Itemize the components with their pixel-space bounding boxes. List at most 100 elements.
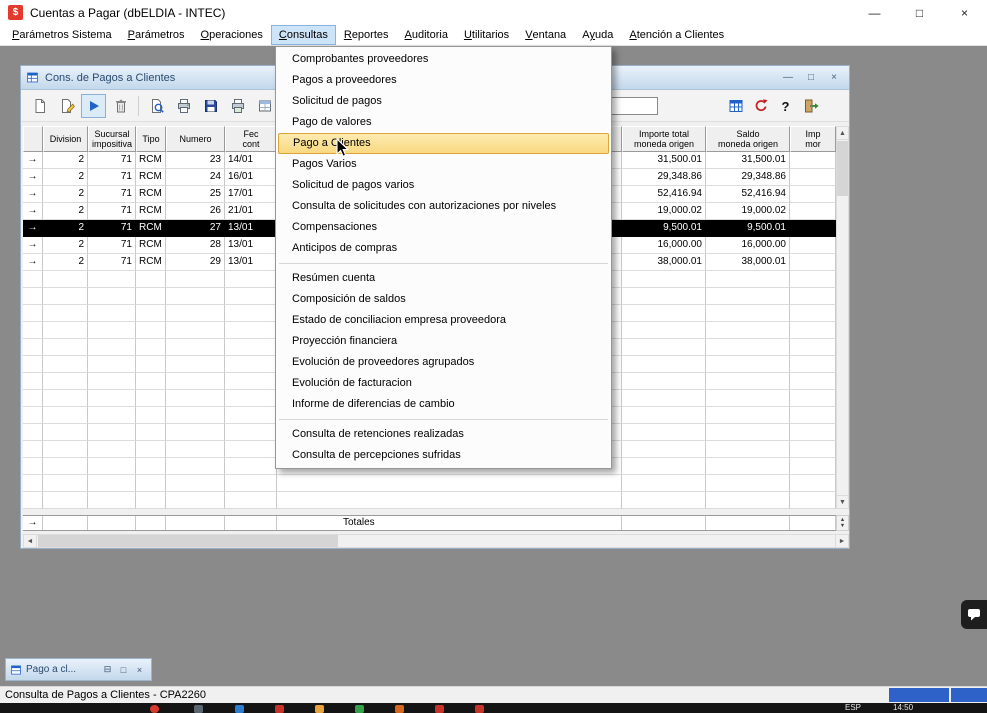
run-button[interactable] [81,94,106,118]
grid-cell-numero[interactable]: 25 [166,186,225,203]
grid-cell-numero[interactable]: 24 [166,169,225,186]
grid-cell-tipo[interactable]: RCM [136,254,166,271]
table-button[interactable] [724,94,747,118]
delete-button[interactable] [108,94,133,118]
grid-cell-division[interactable]: 2 [43,186,88,203]
grid-cell-division[interactable]: 2 [43,169,88,186]
menu-item-pago-de-valores[interactable]: Pago de valores [276,112,611,133]
menubar-item-ventana[interactable]: Ventana [517,25,574,45]
chat-overlay-button[interactable] [961,600,987,629]
vertical-scrollbar[interactable]: ▲ ▼ [836,126,849,509]
totals-spinner[interactable]: ▲ ▼ [836,515,849,531]
menubar-item-consultas[interactable]: Consultas [271,25,336,45]
refresh-button[interactable] [749,94,772,118]
row-marker-cell[interactable]: → [23,203,43,220]
print-button[interactable] [171,94,196,118]
grid-cell-importe2[interactable] [790,152,836,169]
menu-item-consulta-de-retenciones-realizadas[interactable]: Consulta de retenciones realizadas [276,424,611,445]
scroll-up-button[interactable]: ▲ [837,127,848,140]
grid-cell-fecha[interactable]: 21/01 [225,203,277,220]
minimize-button[interactable]: — [852,0,897,25]
scroll-left-button[interactable]: ◄ [24,535,37,547]
row-marker-cell[interactable]: → [23,152,43,169]
taskbar-language[interactable]: ESP [845,703,861,713]
grid-cell-sucursal-impositiva[interactable]: 71 [88,186,136,203]
grid-cell-tipo[interactable]: RCM [136,220,166,237]
grid-cell-importe2[interactable] [790,169,836,186]
scroll-down-button[interactable]: ▼ [837,495,848,508]
column-header-division[interactable]: Division [43,126,88,152]
column-header-importe-total[interactable]: Importe totalmoneda origen [622,126,706,152]
grid-cell-tipo[interactable]: RCM [136,152,166,169]
grid-cell-sucursal-impositiva[interactable]: 71 [88,254,136,271]
menubar-item-operaciones[interactable]: Operaciones [193,25,271,45]
row-marker-cell[interactable]: → [23,220,43,237]
menu-item-estado-de-conciliacion-empresa-proveedora[interactable]: Estado de conciliacion empresa proveedor… [276,310,611,331]
grid-cell-importe-total[interactable]: 38,000.01 [622,254,706,271]
child-maximize-button[interactable]: □ [801,70,821,86]
menu-item-evolucion-de-facturacion[interactable]: Evolución de facturacion [276,373,611,394]
menu-item-informe-de-diferencias-de-cambio[interactable]: Informe de diferencias de cambio [276,394,611,415]
grid-cell-saldo[interactable]: 16,000.00 [706,237,790,254]
grid-cell-sucursal-impositiva[interactable]: 71 [88,152,136,169]
row-marker-cell[interactable]: → [23,186,43,203]
menubar-item-parametros[interactable]: Parámetros [120,25,193,45]
child-minimize-button[interactable]: — [778,70,798,86]
grid-cell-importe2[interactable] [790,186,836,203]
minimized-maximize-button[interactable]: □ [116,662,131,677]
grid-cell-saldo[interactable]: 31,500.01 [706,152,790,169]
grid-cell-importe-total[interactable]: 16,000.00 [622,237,706,254]
taskbar-icon[interactable] [475,705,484,713]
grid-cell-division[interactable]: 2 [43,254,88,271]
menubar-item-auditoria[interactable]: Auditoria [397,25,456,45]
grid-cell-numero[interactable]: 29 [166,254,225,271]
grid-cell-numero[interactable]: 27 [166,220,225,237]
grid-cell-numero[interactable]: 26 [166,203,225,220]
grid-cell-importe2[interactable] [790,237,836,254]
minimized-window[interactable]: Pago a cl... ⊟ □ × [5,658,152,681]
taskbar-icon[interactable] [435,705,444,713]
vertical-scroll-thumb[interactable] [837,141,848,196]
menu-item-pagos-a-proveedores[interactable]: Pagos a proveedores [276,70,611,91]
grid-cell-tipo[interactable]: RCM [136,203,166,220]
menu-item-pago-a-clientes[interactable]: Pago a Clientes [278,133,609,154]
grid-cell-saldo[interactable]: 19,000.02 [706,203,790,220]
new-button[interactable] [27,94,52,118]
grid-cell-importe-total[interactable]: 31,500.01 [622,152,706,169]
taskbar-icon[interactable] [150,705,159,713]
column-header-numero[interactable]: Numero [166,126,225,152]
grid-cell-division[interactable]: 2 [43,237,88,254]
column-header-importe2[interactable]: Impmor [790,126,836,152]
grid-cell-saldo[interactable]: 38,000.01 [706,254,790,271]
edit-button[interactable] [54,94,79,118]
scroll-right-button[interactable]: ► [835,535,848,547]
taskbar-icon[interactable] [355,705,364,713]
grid-cell-tipo[interactable]: RCM [136,237,166,254]
grid-cell-sucursal-impositiva[interactable]: 71 [88,169,136,186]
column-header-sucursal-impositiva[interactable]: Sucursalimpositiva [88,126,136,152]
grid-cell-numero[interactable]: 23 [166,152,225,169]
print-grid-button[interactable] [225,94,250,118]
grid-cell-fecha[interactable]: 16/01 [225,169,277,186]
horizontal-scroll-thumb[interactable] [38,535,338,547]
grid-cell-importe-total[interactable]: 52,416.94 [622,186,706,203]
grid-cell-sucursal-impositiva[interactable]: 71 [88,203,136,220]
taskbar-clock[interactable]: 14:50 [893,703,913,713]
grid-cell-importe2[interactable] [790,203,836,220]
grid-cell-saldo[interactable]: 29,348.86 [706,169,790,186]
grid-cell-saldo[interactable]: 9,500.01 [706,220,790,237]
menubar-item-atencion-a-clientes[interactable]: Atención a Clientes [621,25,732,45]
grid-cell-tipo[interactable]: RCM [136,186,166,203]
menu-item-evolucion-de-proveedores-agrupados[interactable]: Evolución de proveedores agrupados [276,352,611,373]
exit-button[interactable] [799,94,822,118]
grid-cell-importe-total[interactable]: 19,000.02 [622,203,706,220]
grid-cell-saldo[interactable]: 52,416.94 [706,186,790,203]
menu-item-solicitud-de-pagos[interactable]: Solicitud de pagos [276,91,611,112]
menu-item-comprobantes-proveedores[interactable]: Comprobantes proveedores [276,49,611,70]
menu-item-composicion-de-saldos[interactable]: Composición de saldos [276,289,611,310]
preview-button[interactable] [144,94,169,118]
minimized-restore-button[interactable]: ⊟ [100,662,115,677]
close-button[interactable]: × [942,0,987,25]
grid-cell-importe-total[interactable]: 29,348.86 [622,169,706,186]
grid-cell-sucursal-impositiva[interactable]: 71 [88,220,136,237]
